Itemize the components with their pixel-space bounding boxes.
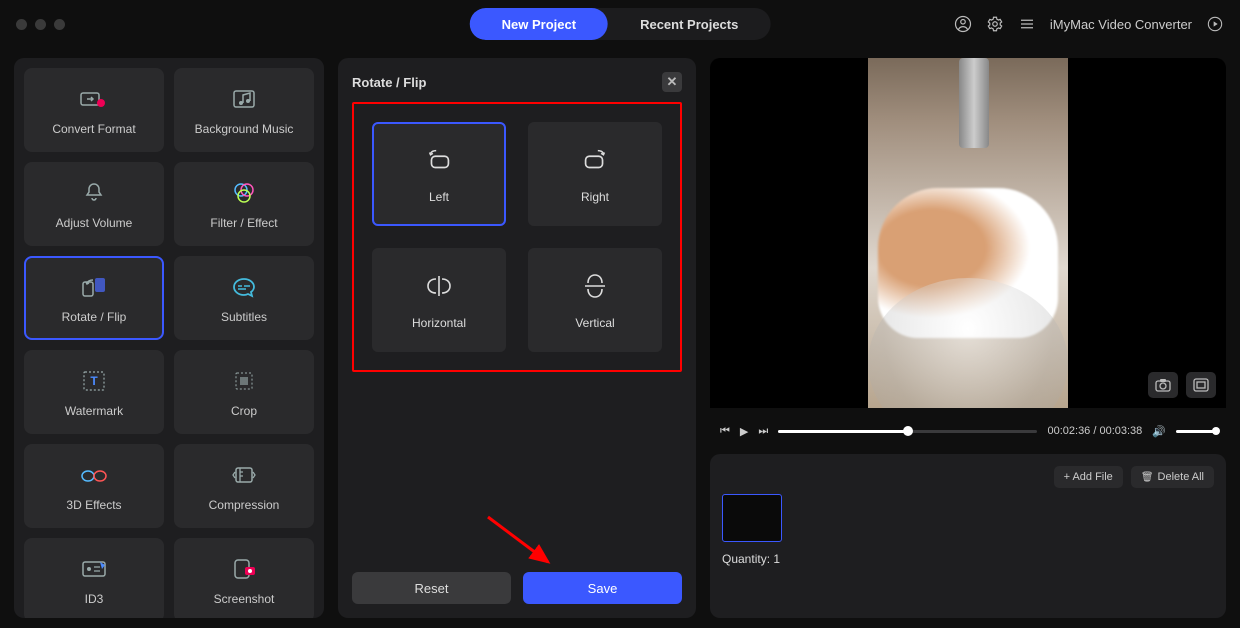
time-display: 00:02:36 / 00:03:38	[1047, 425, 1142, 437]
video-preview	[710, 58, 1226, 408]
id3-icon	[79, 554, 109, 584]
window-controls	[16, 19, 65, 30]
tool-3d-effects[interactable]: 3D Effects	[24, 444, 164, 528]
account-icon[interactable]	[954, 15, 972, 33]
tool-adjust-volume[interactable]: Adjust Volume	[24, 162, 164, 246]
tool-label: 3D Effects	[66, 498, 121, 512]
playback-bar: ⏮ ▶ ⏭ 00:02:36 / 00:03:38 🔊	[710, 416, 1226, 446]
tool-crop[interactable]: Crop	[174, 350, 314, 434]
options-highlight: Left Right Horizontal Vertical	[352, 102, 682, 372]
glasses-icon	[79, 460, 109, 490]
compress-icon	[229, 460, 259, 490]
tool-label: Subtitles	[221, 310, 267, 324]
flip-horizontal-icon	[423, 270, 455, 302]
tool-label: ID3	[85, 592, 104, 606]
opt-rotate-right[interactable]: Right	[528, 122, 662, 226]
project-tabs: New Project Recent Projects	[470, 8, 771, 40]
rotate-left-icon	[423, 144, 455, 176]
play-icon[interactable]: ▶	[740, 425, 748, 438]
editor-title: Rotate / Flip	[352, 75, 426, 90]
opt-label: Right	[581, 190, 609, 204]
editor-panel: Rotate / Flip ✕ Left Right Horizontal Ve…	[338, 58, 696, 618]
save-button[interactable]: Save	[523, 572, 682, 604]
tool-label: Filter / Effect	[210, 216, 277, 230]
bell-icon	[79, 178, 109, 208]
app-name: iMyMac Video Converter	[1050, 17, 1192, 32]
tool-compression[interactable]: Compression	[174, 444, 314, 528]
reset-button[interactable]: Reset	[352, 572, 511, 604]
snapshot-button[interactable]	[1148, 372, 1178, 398]
flip-vertical-icon	[579, 270, 611, 302]
minimize-window-dot[interactable]	[35, 19, 46, 30]
delete-all-label: Delete All	[1158, 471, 1204, 483]
tool-rotate-flip[interactable]: Rotate / Flip	[24, 256, 164, 340]
file-thumbnail[interactable]	[722, 494, 782, 542]
volume-icon[interactable]: 🔊	[1152, 425, 1166, 438]
video-frame	[868, 58, 1068, 408]
file-panel: + Add File 🗑Delete All Quantity: 1	[710, 454, 1226, 618]
tool-label: Adjust Volume	[56, 216, 133, 230]
progress-slider[interactable]	[778, 430, 1037, 433]
convert-icon	[79, 84, 109, 114]
tools-panel: Convert Format Background Music Adjust V…	[14, 58, 324, 618]
subtitles-icon	[229, 272, 259, 302]
skip-forward-icon[interactable]: ⏭	[758, 425, 768, 438]
tool-watermark[interactable]: T Watermark	[24, 350, 164, 434]
play-circle-icon[interactable]	[1206, 15, 1224, 33]
tool-label: Background Music	[195, 122, 294, 136]
tab-recent-projects[interactable]: Recent Projects	[608, 8, 770, 40]
tool-label: Screenshot	[214, 592, 275, 606]
screenshot-icon	[229, 554, 259, 584]
gear-icon[interactable]	[986, 15, 1004, 33]
volume-slider[interactable]	[1176, 430, 1216, 433]
tool-screenshot[interactable]: Screenshot	[174, 538, 314, 618]
add-file-button[interactable]: + Add File	[1054, 466, 1123, 488]
tool-convert-format[interactable]: Convert Format	[24, 68, 164, 152]
close-icon[interactable]: ✕	[662, 72, 682, 92]
menu-icon[interactable]	[1018, 15, 1036, 33]
quantity-label: Quantity: 1	[722, 552, 1214, 566]
tool-filter-effect[interactable]: Filter / Effect	[174, 162, 314, 246]
music-icon	[229, 84, 259, 114]
rotate-icon	[79, 272, 109, 302]
red-arrow-annotation	[483, 512, 563, 572]
preview-panel: ⏮ ▶ ⏭ 00:02:36 / 00:03:38 🔊 + Add File 🗑…	[710, 58, 1226, 618]
opt-label: Left	[429, 190, 449, 204]
tool-label: Compression	[209, 498, 280, 512]
opt-label: Vertical	[575, 316, 614, 330]
opt-label: Horizontal	[412, 316, 466, 330]
filter-icon	[229, 178, 259, 208]
tool-id3[interactable]: ID3	[24, 538, 164, 618]
tool-background-music[interactable]: Background Music	[174, 68, 314, 152]
tool-label: Convert Format	[52, 122, 135, 136]
tab-new-project[interactable]: New Project	[470, 8, 608, 40]
opt-flip-vertical[interactable]: Vertical	[528, 248, 662, 352]
opt-rotate-left[interactable]: Left	[372, 122, 506, 226]
rotate-right-icon	[579, 144, 611, 176]
opt-flip-horizontal[interactable]: Horizontal	[372, 248, 506, 352]
tool-subtitles[interactable]: Subtitles	[174, 256, 314, 340]
close-window-dot[interactable]	[16, 19, 27, 30]
maximize-window-dot[interactable]	[54, 19, 65, 30]
delete-all-button[interactable]: 🗑Delete All	[1131, 466, 1214, 488]
crop-icon	[229, 366, 259, 396]
tool-label: Crop	[231, 404, 257, 418]
skip-back-icon[interactable]: ⏮	[720, 425, 730, 438]
tool-label: Rotate / Flip	[62, 310, 127, 324]
svg-text:T: T	[90, 374, 98, 388]
watermark-icon: T	[79, 366, 109, 396]
tool-label: Watermark	[65, 404, 123, 418]
fullscreen-button[interactable]	[1186, 372, 1216, 398]
